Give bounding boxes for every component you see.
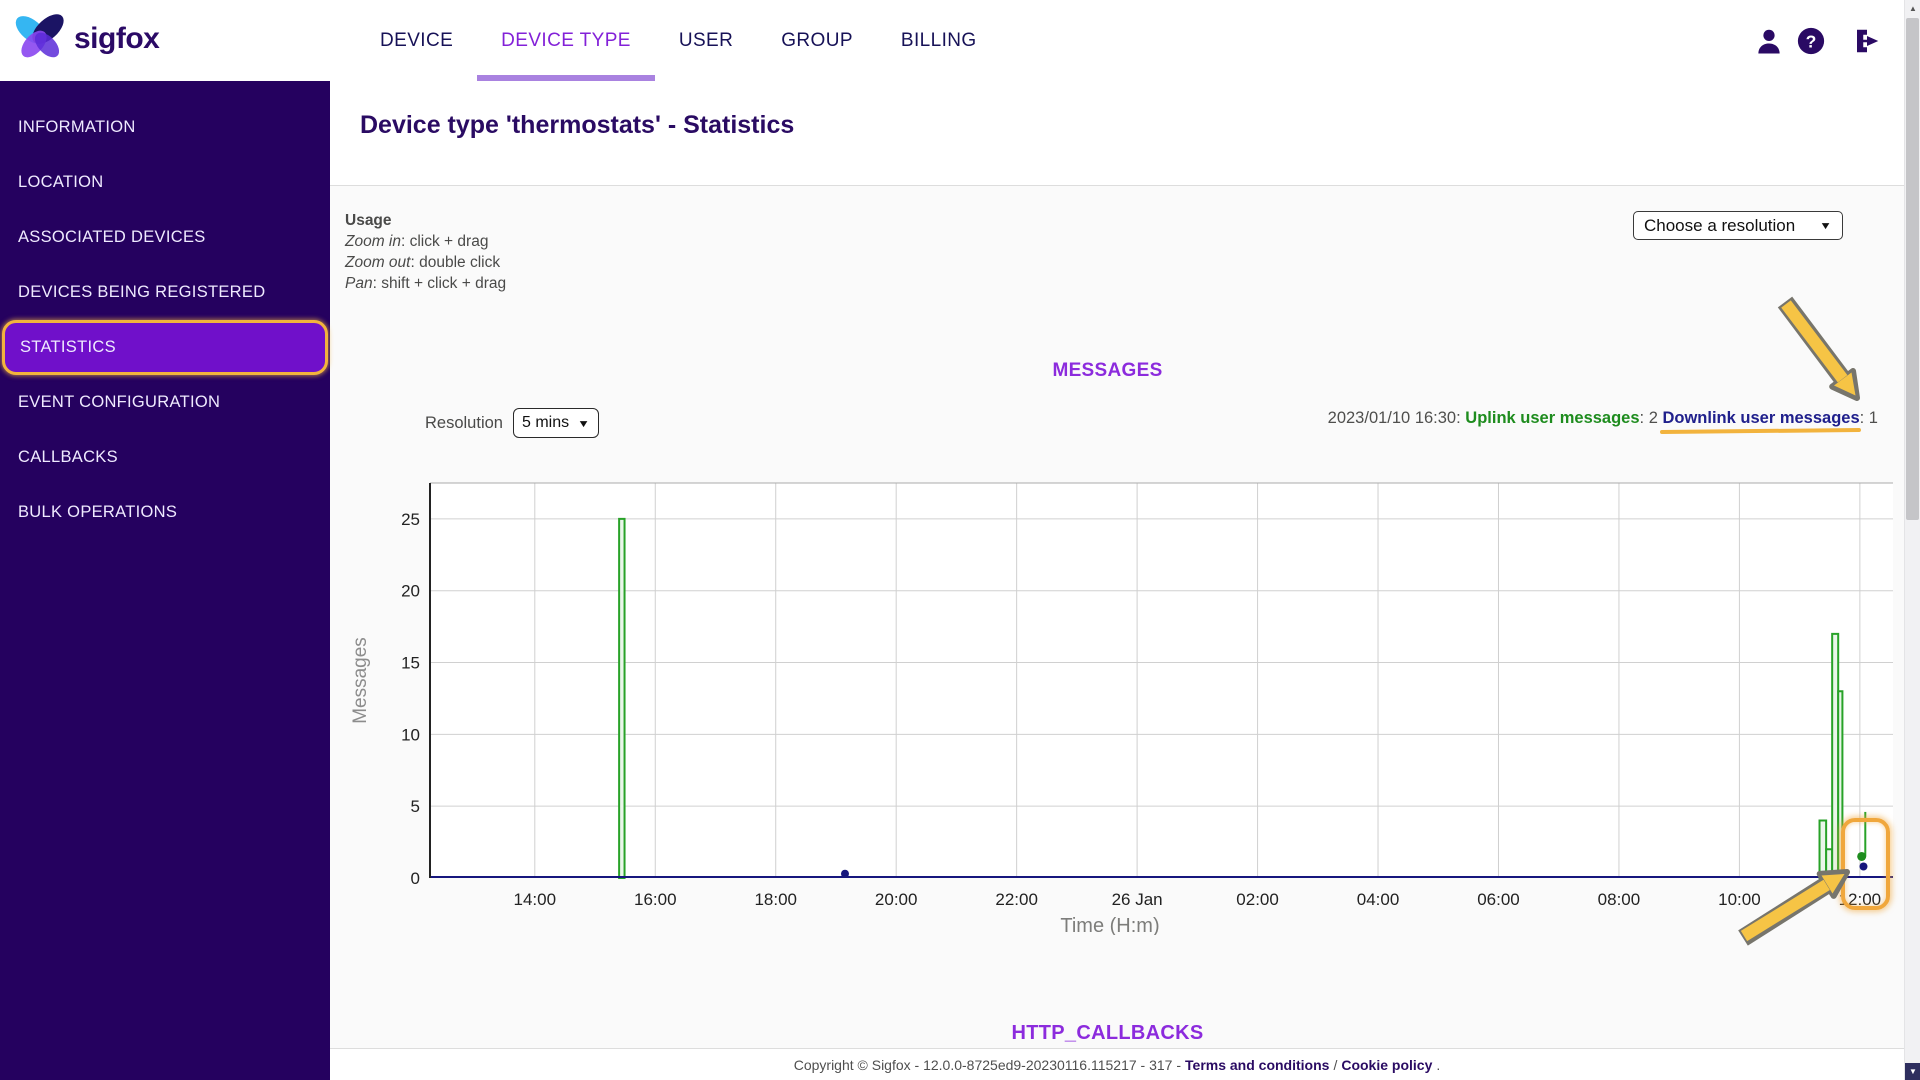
svg-text:26 Jan: 26 Jan bbox=[1112, 890, 1163, 909]
usage-heading: Usage bbox=[345, 212, 392, 229]
sidebar-item-information[interactable]: INFORMATION bbox=[0, 100, 330, 155]
scrollbar-thumb[interactable] bbox=[1906, 18, 1919, 520]
uplink-messages-value: : 2 bbox=[1639, 409, 1663, 427]
usage-desc: : shift + click + drag bbox=[372, 275, 507, 292]
usage-line: Zoom in: click + drag bbox=[345, 231, 506, 252]
footer-separator: / bbox=[1333, 1056, 1338, 1073]
choose-resolution-select[interactable]: Choose a resolution ▼ bbox=[1633, 211, 1843, 240]
resolution-label: Resolution bbox=[425, 413, 503, 432]
messages-section-title: MESSAGES bbox=[1052, 360, 1163, 381]
chevron-down-icon: ▼ bbox=[577, 417, 590, 429]
sidebar-item-label: DEVICES BEING REGISTERED bbox=[18, 283, 266, 301]
svg-text:25: 25 bbox=[401, 510, 420, 529]
nav-item-device[interactable]: DEVICE bbox=[356, 0, 477, 81]
chart-tooltip-readout: 2023/01/10 16:30: Uplink user messages: … bbox=[900, 409, 1878, 435]
usage-term: Pan bbox=[345, 275, 373, 292]
svg-text:22:00: 22:00 bbox=[995, 890, 1038, 909]
sigfox-logo[interactable]: sigfox bbox=[14, 8, 160, 69]
svg-text:06:00: 06:00 bbox=[1477, 890, 1520, 909]
butterfly-logo-icon bbox=[14, 8, 66, 69]
active-tab-underline bbox=[477, 75, 655, 81]
nav-item-device-type[interactable]: DEVICE TYPE bbox=[477, 0, 655, 81]
resolution-value: 5 mins bbox=[521, 414, 570, 431]
sidebar-item-callbacks[interactable]: CALLBACKS bbox=[0, 430, 330, 485]
sidebar-item-label: INFORMATION bbox=[18, 118, 136, 136]
nav-item-user[interactable]: USER bbox=[655, 0, 757, 81]
scroll-down-icon[interactable]: ▼ bbox=[1905, 1063, 1920, 1080]
svg-text:0: 0 bbox=[411, 869, 420, 888]
resolution-select[interactable]: 5 mins ▼ bbox=[512, 408, 599, 438]
svg-text:10:00: 10:00 bbox=[1718, 890, 1761, 909]
sidebar-item-label: BULK OPERATIONS bbox=[18, 503, 178, 521]
scroll-up-icon[interactable]: ▲ bbox=[1905, 0, 1920, 17]
svg-text:08:00: 08:00 bbox=[1598, 890, 1641, 909]
sidebar-item-bulk-operations[interactable]: BULK OPERATIONS bbox=[0, 485, 330, 540]
choose-resolution-value: Choose a resolution bbox=[1644, 215, 1796, 235]
nav-item-label: USER bbox=[678, 29, 734, 51]
help-icon[interactable]: ? bbox=[1796, 26, 1826, 56]
downlink-messages-value: : 1 bbox=[1859, 409, 1878, 427]
svg-text:04:00: 04:00 bbox=[1357, 890, 1400, 909]
svg-text:18:00: 18:00 bbox=[754, 890, 797, 909]
usage-term: Zoom out bbox=[345, 254, 411, 271]
svg-text:14:00: 14:00 bbox=[514, 890, 557, 909]
svg-text:02:00: 02:00 bbox=[1236, 890, 1279, 909]
usage-desc: : double click bbox=[410, 254, 501, 271]
uplink-messages-label: Uplink user messages bbox=[1465, 409, 1640, 427]
sidebar-item-location[interactable]: LOCATION bbox=[0, 155, 330, 210]
svg-text:20:00: 20:00 bbox=[875, 890, 918, 909]
usage-term: Zoom in bbox=[345, 233, 401, 250]
page-title: Device type 'thermostats' - Statistics bbox=[360, 111, 795, 139]
sidebar-item-label: EVENT CONFIGURATION bbox=[18, 393, 221, 411]
cookie-policy-link[interactable]: Cookie policy bbox=[1341, 1057, 1432, 1073]
nav-item-label: DEVICE TYPE bbox=[501, 29, 631, 51]
sidebar: INFORMATION LOCATION ASSOCIATED DEVICES DEV… bbox=[0, 81, 330, 1080]
svg-text:15: 15 bbox=[401, 654, 420, 673]
svg-text:16:00: 16:00 bbox=[634, 890, 677, 909]
brand-name: sigfox bbox=[74, 21, 160, 55]
terms-link[interactable]: Terms and conditions bbox=[1185, 1057, 1329, 1073]
user-icon[interactable] bbox=[1754, 26, 1784, 56]
messages-chart[interactable]: 0 5 10 15 20 25 14:00 16:00 18:00 20:00 22:00 26 Ja… bbox=[350, 475, 1905, 937]
downlink-messages-label: Downlink user messages bbox=[1660, 409, 1862, 435]
sidebar-item-event-configuration[interactable]: EVENT CONFIGURATION bbox=[0, 375, 330, 430]
svg-text:?: ? bbox=[1806, 31, 1817, 51]
nav-item-label: DEVICE bbox=[380, 29, 454, 51]
svg-text:Messages: Messages bbox=[350, 637, 371, 724]
footer-period: . bbox=[1436, 1056, 1441, 1073]
usage-line: Zoom out: double click bbox=[345, 252, 506, 273]
sidebar-item-label: LOCATION bbox=[18, 173, 104, 191]
usage-desc: : click + drag bbox=[401, 233, 489, 250]
usage-help-block: Usage Zoom in: click + drag Zoom out: dou… bbox=[345, 210, 506, 294]
chevron-down-icon: ▼ bbox=[1819, 219, 1832, 232]
sidebar-item-label: STATISTICS bbox=[20, 338, 116, 356]
sidebar-item-statistics[interactable]: STATISTICS bbox=[2, 320, 328, 375]
footer: Copyright © Sigfox - 12.0.0-8725ed9-2023… bbox=[330, 1048, 1904, 1080]
copyright-text: Copyright © Sigfox - 12.0.0-8725ed9-2023… bbox=[793, 1056, 1182, 1073]
svg-text:12:00: 12:00 bbox=[1839, 890, 1882, 909]
svg-text:5: 5 bbox=[411, 797, 420, 816]
nav-item-label: BILLING bbox=[900, 29, 977, 51]
sidebar-item-label: ASSOCIATED DEVICES bbox=[18, 228, 206, 246]
title-band: Device type 'thermostats' - Statistics bbox=[330, 81, 1904, 186]
sign-out-icon[interactable] bbox=[1852, 26, 1882, 56]
tooltip-timestamp: 2023/01/10 16:30: bbox=[1327, 409, 1466, 427]
top-header: sigfox DEVICE DEVICE TYPE USER GROUP BILLING… bbox=[0, 0, 1904, 81]
svg-text:Time (H:m): Time (H:m) bbox=[1060, 915, 1159, 935]
sidebar-item-label: CALLBACKS bbox=[18, 448, 118, 466]
resolution-row: Resolution 5 mins ▼ bbox=[425, 408, 599, 438]
http-callbacks-section-title: HTTP_CALLBACKS bbox=[1011, 1022, 1204, 1044]
main-nav: DEVICE DEVICE TYPE USER GROUP BILLING bbox=[356, 0, 1001, 81]
svg-text:10: 10 bbox=[401, 725, 420, 744]
usage-line: Pan: shift + click + drag bbox=[345, 273, 506, 294]
sidebar-item-associated-devices[interactable]: ASSOCIATED DEVICES bbox=[0, 210, 330, 265]
sidebar-item-devices-being-registered[interactable]: DEVICES BEING REGISTERED bbox=[0, 265, 330, 320]
svg-text:20: 20 bbox=[401, 582, 420, 601]
nav-item-label: GROUP bbox=[781, 29, 853, 51]
nav-item-group[interactable]: GROUP bbox=[757, 0, 877, 81]
vertical-scrollbar[interactable]: ▲ ▼ bbox=[1904, 0, 1920, 1080]
header-icons: ? bbox=[1754, 26, 1882, 56]
nav-item-billing[interactable]: BILLING bbox=[877, 0, 1001, 81]
